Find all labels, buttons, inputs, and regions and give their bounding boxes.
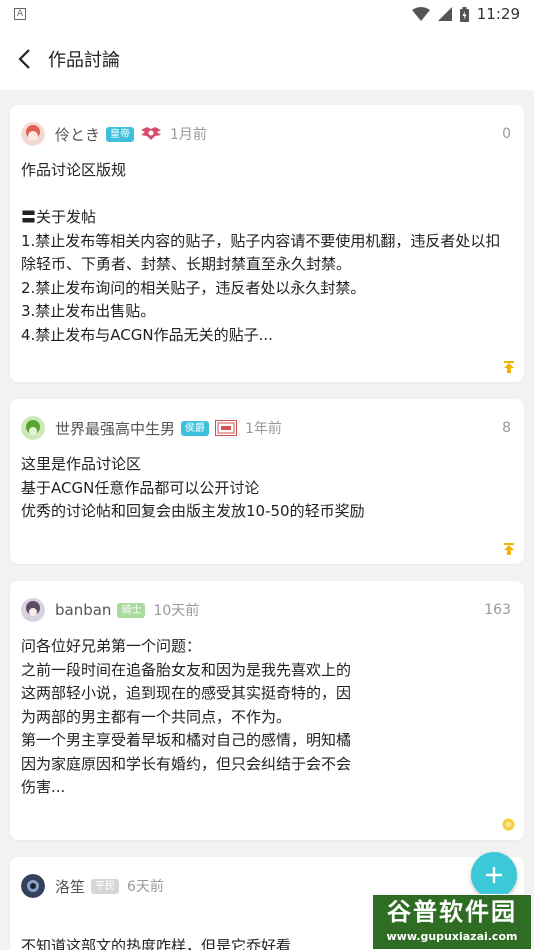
post-content: 作品讨论区版规 〓关于发帖 1.禁止发布等相关内容的贴子，贴子内容请不要使用机翻… — [21, 161, 501, 344]
watermark-title: 谷普软件园 — [387, 898, 517, 926]
rank-badge: 侯爵 — [181, 420, 210, 436]
avatar[interactable] — [21, 122, 45, 146]
post-time: 10天前 — [153, 603, 200, 619]
post-time: 1年前 — [245, 421, 282, 437]
post-card[interactable]: banban 骑士 10天前 163 问各位好兄弟第一个问题： 之前一段时间在追… — [10, 581, 524, 840]
username[interactable]: 世界最强高中生男 — [55, 418, 175, 439]
post-time: 1月前 — [170, 127, 207, 143]
battery-icon — [459, 6, 469, 22]
wifi-icon — [411, 7, 430, 21]
chevron-left-icon — [18, 49, 30, 69]
username[interactable]: banban — [55, 601, 111, 619]
clock: 11:29 — [476, 5, 520, 23]
pin-icon — [504, 361, 514, 373]
avatar[interactable] — [21, 874, 45, 898]
post-content: 这里是作品讨论区 基于ACGN任意作品都可以公开讨论 优秀的讨论帖和回复会由版主… — [21, 455, 365, 520]
rank-badge: 骑士 — [117, 602, 146, 618]
signal-icon — [437, 7, 452, 21]
avatar[interactable] — [21, 598, 45, 622]
watermark-logo: 谷普软件园 www.gupuxiazai.com — [372, 894, 532, 950]
sun-badge-icon — [502, 818, 515, 831]
notification-a-icon: A — [14, 8, 26, 20]
page-title: 作品討論 — [48, 50, 120, 71]
new-post-button[interactable] — [471, 852, 517, 898]
back-button[interactable] — [10, 45, 38, 73]
post-card[interactable]: 世界最强高中生男 侯爵 1年前 8 这里是作品讨论区 基于ACGN任意作品都可以… — [10, 399, 524, 564]
rank-badge: 平民 — [91, 878, 120, 894]
reply-count: 0 — [502, 126, 511, 142]
watermark-url: www.gupuxiazai.com — [386, 930, 518, 943]
reply-count: 163 — [484, 602, 511, 618]
post-time: 6天前 — [127, 879, 164, 895]
plus-icon — [486, 867, 502, 883]
stamp-badge-icon — [215, 420, 238, 436]
post-content: 问各位好兄弟第一个问题： 之前一段时间在追备胎女友和因为是我先喜欢上的 这两部轻… — [21, 637, 352, 796]
reply-count: 8 — [502, 420, 511, 436]
username[interactable]: 伶とき — [55, 124, 100, 145]
rank-badge: 皇帝 — [106, 126, 135, 142]
post-card[interactable]: 伶とき 皇帝 1月前 0 作品讨论区版规 〓关于发帖 1.禁止发布等相关内容的贴… — [10, 105, 524, 382]
pin-icon — [504, 543, 514, 555]
username[interactable]: 洛笙 — [55, 876, 85, 897]
wings-badge-icon — [140, 126, 162, 142]
app-bar: 作品討論 — [0, 28, 534, 90]
avatar[interactable] — [21, 416, 45, 440]
post-list: 伶とき 皇帝 1月前 0 作品讨论区版规 〓关于发帖 1.禁止发布等相关内容的贴… — [10, 105, 524, 950]
status-bar: A 11:29 — [0, 0, 534, 28]
